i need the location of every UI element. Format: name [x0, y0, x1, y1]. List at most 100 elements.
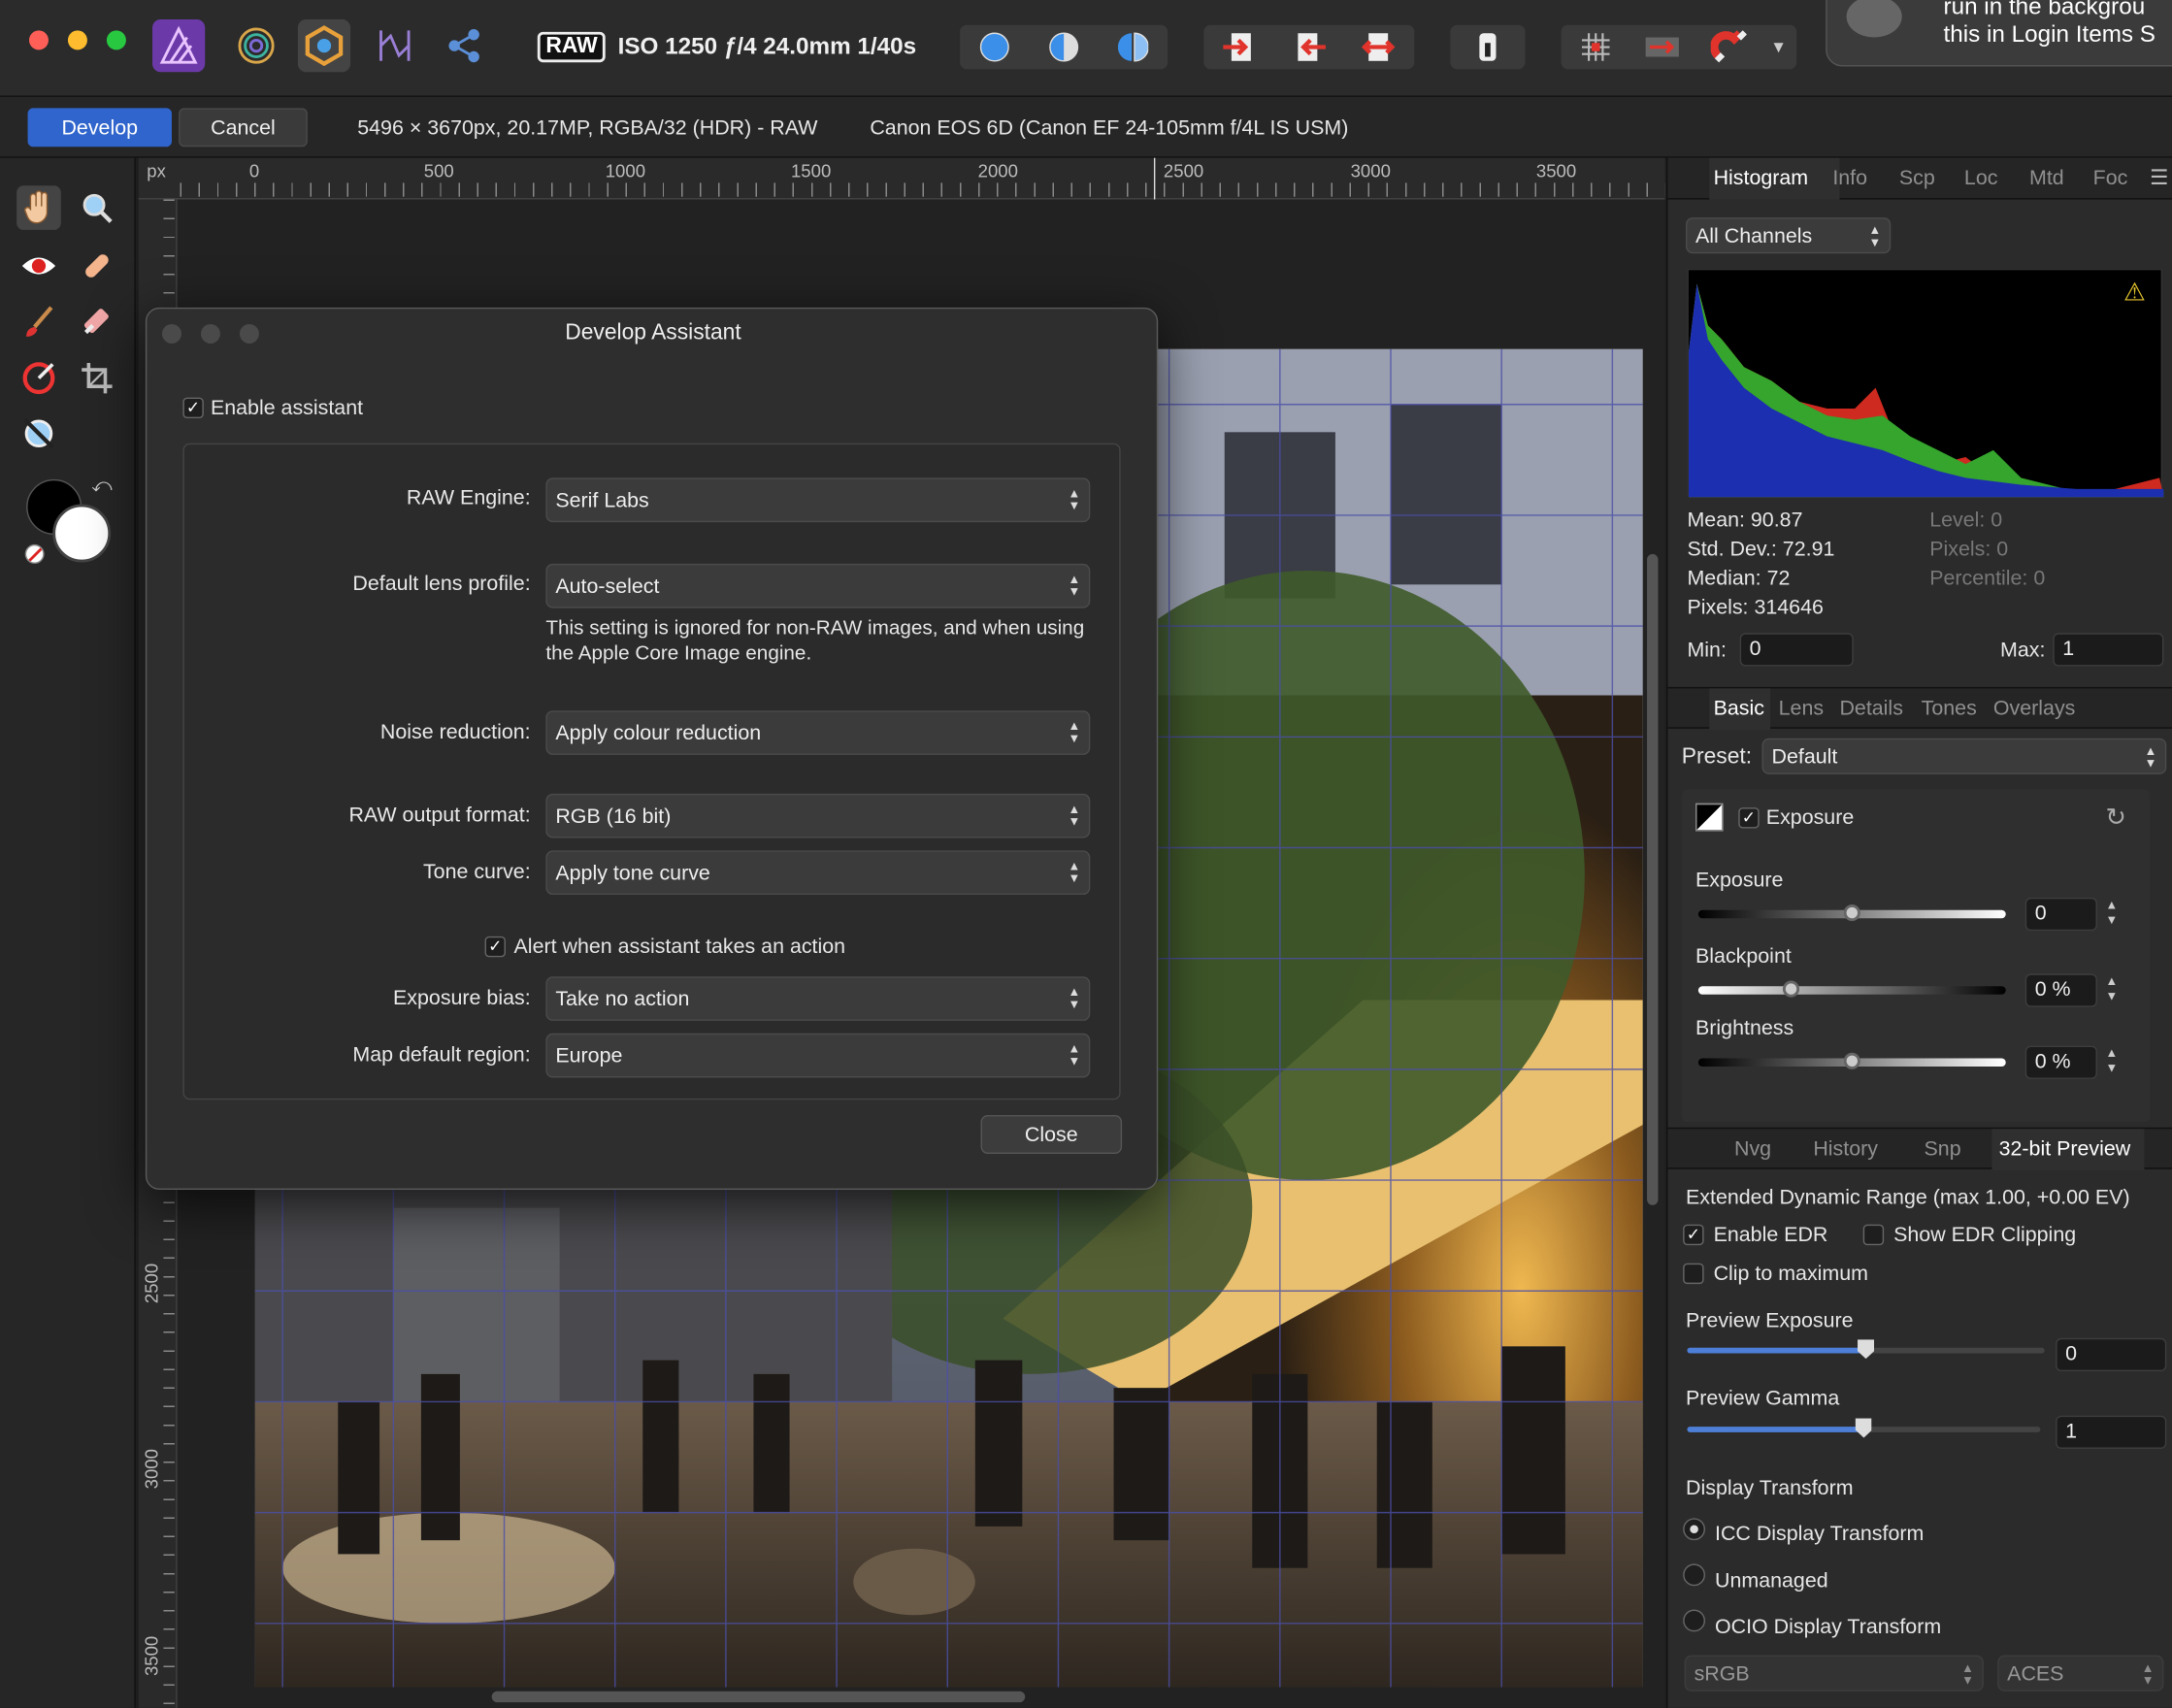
- brightness-value[interactable]: 0 %: [2024, 1045, 2097, 1079]
- exposure-slider[interactable]: [1697, 904, 2006, 922]
- enable-edr-checkbox[interactable]: ✓: [1683, 1224, 1704, 1246]
- liquify-persona-icon[interactable]: [230, 19, 282, 72]
- unmanaged-label: Unmanaged: [1714, 1569, 1828, 1593]
- tab-overlays[interactable]: Overlays: [1993, 697, 2075, 720]
- tab-32bit-preview[interactable]: 32-bit Preview: [1999, 1137, 2131, 1161]
- show-clipping-checkbox[interactable]: [1862, 1224, 1885, 1246]
- develop-button[interactable]: Develop: [27, 108, 172, 148]
- tab-lens[interactable]: Lens: [1779, 697, 1824, 720]
- raw-engine-select[interactable]: Serif Labs ▲ ▼: [545, 477, 1091, 523]
- preview-gamma-slider[interactable]: [1687, 1418, 2041, 1438]
- tab-metadata[interactable]: Mtd: [2029, 166, 2064, 189]
- preview-gamma-value[interactable]: 1: [2056, 1415, 2167, 1449]
- tone-mapping-persona-icon[interactable]: [369, 19, 421, 72]
- push-right-button[interactable]: [1205, 32, 1274, 62]
- tab-focus[interactable]: Foc: [2093, 166, 2128, 189]
- preview-exposure-value[interactable]: 0: [2056, 1337, 2167, 1372]
- raw-output-select[interactable]: RGB (16 bit) ▲ ▼: [545, 793, 1091, 838]
- close-window-button[interactable]: [28, 30, 49, 50]
- exposure-enable-checkbox[interactable]: ✓: [1738, 807, 1760, 829]
- max-field[interactable]: 1: [2053, 633, 2164, 667]
- channel-select[interactable]: All Channels ▲ ▼: [1686, 217, 1892, 254]
- white-balance-tool[interactable]: [16, 411, 61, 456]
- min-field[interactable]: 0: [1739, 633, 1854, 667]
- srgb-select[interactable]: sRGB ▲ ▼: [1684, 1655, 1984, 1692]
- view-tool[interactable]: [16, 185, 61, 230]
- brightness-stepper[interactable]: ▲ ▼: [2105, 1046, 2118, 1076]
- tab-location[interactable]: Loc: [1964, 166, 1998, 189]
- push-left-button[interactable]: [1274, 32, 1343, 62]
- develop-persona-icon[interactable]: [297, 18, 351, 73]
- erase-brush-tool[interactable]: [75, 299, 119, 344]
- crop-tool[interactable]: [75, 356, 119, 401]
- exposure-stepper[interactable]: ▲ ▼: [2105, 898, 2118, 928]
- panel-menu-icon[interactable]: ☰: [2150, 165, 2168, 189]
- blackpoint-value[interactable]: 0 %: [2024, 973, 2097, 1007]
- tab-tones[interactable]: Tones: [1922, 697, 1977, 720]
- ocio-radio[interactable]: [1683, 1609, 1706, 1632]
- tab-info[interactable]: Info: [1832, 166, 1867, 189]
- zoom-tool[interactable]: [75, 185, 119, 230]
- notification-banner[interactable]: run in the backgrou this in Login Items …: [1826, 0, 2172, 67]
- tab-navigator[interactable]: Nvg: [1734, 1137, 1771, 1161]
- mirror-view-button[interactable]: [1099, 32, 1168, 62]
- tab-details[interactable]: Details: [1839, 697, 1902, 720]
- swap-colors-icon[interactable]: ⤺: [91, 474, 112, 497]
- alert-action-checkbox[interactable]: ✓: [484, 936, 506, 958]
- icc-radio[interactable]: [1683, 1518, 1706, 1541]
- blackpoint-stepper[interactable]: ▲ ▼: [2105, 973, 2118, 1003]
- before-after-button[interactable]: [1629, 33, 1696, 61]
- chevron-down-icon[interactable]: ▼: [1762, 38, 1795, 57]
- aces-select[interactable]: ACES ▲ ▼: [1997, 1655, 2164, 1692]
- single-view-button[interactable]: [960, 32, 1029, 62]
- select-arrows-icon: ▲ ▼: [1961, 1660, 1974, 1688]
- vertical-scrollbar[interactable]: [1647, 553, 1659, 1205]
- reset-icon[interactable]: ↻: [2105, 804, 2126, 833]
- blackpoint-slider-knob[interactable]: [1782, 980, 1799, 998]
- image-info: 5496 × 3670px, 20.17MP, RGBA/32 (HDR) - …: [357, 115, 818, 141]
- map-region-select[interactable]: Europe ▲ ▼: [545, 1033, 1091, 1078]
- preview-exposure-slider[interactable]: [1687, 1339, 2045, 1360]
- noise-reduction-select[interactable]: Apply colour reduction ▲ ▼: [545, 710, 1091, 755]
- channel-value: All Channels: [1695, 224, 1813, 248]
- raw-badge: RAW: [537, 31, 607, 63]
- unmanaged-radio[interactable]: [1683, 1563, 1706, 1587]
- clip-max-checkbox[interactable]: [1683, 1263, 1704, 1285]
- swap-button[interactable]: [1343, 32, 1412, 62]
- brightness-slider[interactable]: [1697, 1052, 2006, 1069]
- select-arrows-icon: ▲ ▼: [1868, 222, 1882, 249]
- preset-select[interactable]: Default ▲ ▼: [1761, 738, 2167, 774]
- minimize-window-button[interactable]: [67, 30, 87, 50]
- zoom-window-button[interactable]: [106, 30, 126, 50]
- cancel-button[interactable]: Cancel: [179, 108, 308, 148]
- tab-basic[interactable]: Basic: [1714, 697, 1764, 720]
- preview-gamma-knob[interactable]: [1855, 1418, 1872, 1438]
- brightness-slider-knob[interactable]: [1843, 1052, 1860, 1069]
- preview-exposure-knob[interactable]: [1858, 1339, 1875, 1360]
- tone-curve-select[interactable]: Apply tone curve ▲ ▼: [545, 850, 1091, 896]
- lens-profile-select[interactable]: Auto-select ▲ ▼: [545, 563, 1091, 608]
- no-color-icon[interactable]: [24, 543, 45, 564]
- exposure-bias-select[interactable]: Take no action ▲ ▼: [545, 976, 1091, 1021]
- tab-snapshots[interactable]: Snp: [1925, 1137, 1961, 1161]
- clipping-button[interactable]: [1450, 24, 1526, 70]
- brush-tool[interactable]: [16, 299, 61, 344]
- grid-overlay-button[interactable]: [1563, 32, 1629, 62]
- tab-histogram[interactable]: Histogram: [1714, 166, 1809, 189]
- export-persona-icon[interactable]: [438, 19, 490, 72]
- horizontal-scrollbar[interactable]: [491, 1691, 1026, 1703]
- enable-assistant-checkbox[interactable]: ✓: [182, 397, 204, 419]
- gradient-tool[interactable]: [16, 356, 61, 401]
- tab-history[interactable]: History: [1813, 1137, 1878, 1161]
- snapping-button[interactable]: [1695, 29, 1762, 65]
- exposure-value[interactable]: 0: [2024, 897, 2097, 932]
- blemish-tool[interactable]: [75, 244, 119, 288]
- exposure-slider-knob[interactable]: [1843, 904, 1860, 922]
- close-button[interactable]: Close: [980, 1114, 1123, 1154]
- red-eye-tool[interactable]: [16, 244, 61, 288]
- tab-scope[interactable]: Scp: [1899, 166, 1935, 189]
- blackpoint-slider[interactable]: [1697, 980, 2006, 998]
- photo-persona-icon[interactable]: [152, 18, 206, 73]
- secondary-color-swatch[interactable]: [52, 504, 112, 563]
- split-view-button[interactable]: [1029, 32, 1098, 62]
